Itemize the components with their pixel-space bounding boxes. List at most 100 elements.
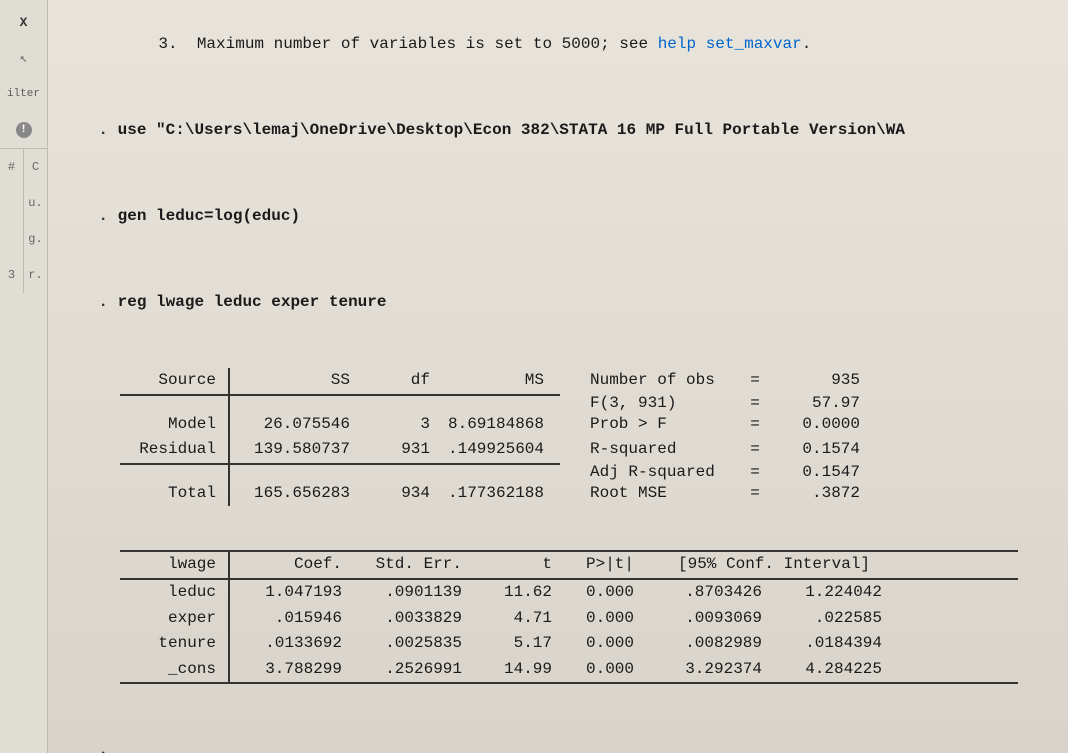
sidebar-panel: X ↖ ilter ! # 3 C u. g. r. bbox=[0, 0, 48, 753]
stats-probf: Prob > F=0.0000 bbox=[560, 412, 860, 438]
cmd-gen: . gen leduc=log(educ) bbox=[60, 180, 1056, 252]
stats-probf-val: 0.0000 bbox=[770, 412, 860, 438]
coef-leduc-p: 0.000 bbox=[560, 580, 650, 606]
stats-f-label: F(3, 931) bbox=[590, 394, 740, 412]
coef-leduc-cil: .8703426 bbox=[650, 580, 770, 606]
coef-tenure-p: 0.000 bbox=[560, 631, 650, 657]
stats-ar2: Adj R-squared=0.1547 bbox=[560, 463, 860, 481]
cmd-reg: . reg lwage leduc exper tenure bbox=[60, 266, 1056, 338]
close-button[interactable]: X bbox=[0, 4, 47, 40]
sidebar-num: 3 bbox=[0, 257, 23, 293]
coef-h-dep: lwage bbox=[120, 552, 230, 578]
coef-cons-var: _cons bbox=[120, 657, 230, 683]
anova-hline-2: Adj R-squared=0.1547 bbox=[120, 463, 1056, 481]
cmd-use-text: use "C:\Users\lemaj\OneDrive\Desktop\Eco… bbox=[118, 121, 905, 139]
help-link[interactable]: help set_maxvar bbox=[658, 35, 802, 53]
stats-rmse-eq: = bbox=[740, 481, 770, 507]
coef-leduc-var: leduc bbox=[120, 580, 230, 606]
stats-nobs-val: 935 bbox=[770, 368, 860, 394]
coef-table: lwage Coef. Std. Err. t P>|t| [95% Conf.… bbox=[120, 550, 1056, 684]
coef-hline-bot bbox=[120, 682, 1056, 684]
stats-r2-val: 0.1574 bbox=[770, 437, 860, 463]
sidebar-hash: # bbox=[0, 149, 23, 185]
coef-tenure-ciu: .0184394 bbox=[770, 631, 890, 657]
coef-exper-ciu: .022585 bbox=[770, 606, 890, 632]
coef-h-ci: [95% Conf. Interval] bbox=[650, 552, 898, 578]
coef-cons-coef: 3.788299 bbox=[230, 657, 350, 683]
anova-residual-label: Residual bbox=[120, 437, 230, 463]
results-window[interactable]: 3. Maximum number of variables is set to… bbox=[48, 0, 1068, 753]
info-icon: ! bbox=[16, 122, 32, 138]
anova-model-row: Model 26.075546 3 8.69184868 Prob > F=0.… bbox=[120, 412, 1056, 438]
anova-residual-df: 931 bbox=[360, 437, 440, 463]
coef-exper-t: 4.71 bbox=[470, 606, 560, 632]
sidebar-u: u. bbox=[24, 185, 47, 221]
stats-r2-eq: = bbox=[740, 437, 770, 463]
coef-cons-se: .2526991 bbox=[350, 657, 470, 683]
stats-ar2-label: Adj R-squared bbox=[590, 463, 740, 481]
coef-cons-cil: 3.292374 bbox=[650, 657, 770, 683]
cmd-prompt[interactable]: . bbox=[60, 714, 1056, 753]
info-button[interactable]: ! bbox=[0, 112, 47, 148]
filter-label: ilter bbox=[0, 76, 47, 112]
stats-r2-label: R-squared bbox=[590, 437, 740, 463]
anova-model-df: 3 bbox=[360, 412, 440, 438]
cmd-reg-text: reg lwage leduc exper tenure bbox=[118, 293, 387, 311]
note-dot: . bbox=[802, 35, 812, 53]
anova-residual-ms: .149925604 bbox=[440, 437, 560, 463]
note-maxvar: 3. Maximum number of variables is set to… bbox=[60, 8, 1056, 80]
stats-rmse: Root MSE=.3872 bbox=[560, 481, 860, 507]
anova-residual-row: Residual 139.580737 931 .149925604 R-squ… bbox=[120, 437, 1056, 463]
anova-total-ss: 165.656283 bbox=[230, 481, 360, 507]
coef-leduc-t: 11.62 bbox=[470, 580, 560, 606]
anova-total-label: Total bbox=[120, 481, 230, 507]
sidebar-g: g. bbox=[24, 221, 47, 257]
stats-f-eq: = bbox=[740, 394, 770, 412]
coef-exper-var: exper bbox=[120, 606, 230, 632]
coef-exper-cil: .0093069 bbox=[650, 606, 770, 632]
coef-h-t: t bbox=[470, 552, 560, 578]
anova-h-ss: SS bbox=[230, 368, 360, 394]
note-text: Maximum number of variables is set to 50… bbox=[197, 35, 658, 53]
note-num: 3. bbox=[158, 35, 177, 53]
anova-h-df: df bbox=[360, 368, 440, 394]
anova-model-ms: 8.69184868 bbox=[440, 412, 560, 438]
anova-header-row: Source SS df MS Number of obs=935 bbox=[120, 368, 1056, 394]
sidebar-r: r. bbox=[24, 257, 47, 293]
coef-exper-se: .0033829 bbox=[350, 606, 470, 632]
stats-f-val: 57.97 bbox=[770, 394, 860, 412]
coef-tenure-se: .0025835 bbox=[350, 631, 470, 657]
anova-total-df: 934 bbox=[360, 481, 440, 507]
coef-row-exper: exper .015946 .0033829 4.71 0.000 .00930… bbox=[120, 606, 1056, 632]
coef-tenure-t: 5.17 bbox=[470, 631, 560, 657]
backslash-icon: ↖ bbox=[20, 51, 28, 66]
coef-h-se: Std. Err. bbox=[350, 552, 470, 578]
stats-ar2-eq: = bbox=[740, 463, 770, 481]
coef-leduc-ciu: 1.224042 bbox=[770, 580, 890, 606]
stats-rmse-label: Root MSE bbox=[590, 481, 740, 507]
coef-row-tenure: tenure .0133692 .0025835 5.17 0.000 .008… bbox=[120, 631, 1056, 657]
close-icon: X bbox=[20, 15, 28, 30]
stats-rmse-val: .3872 bbox=[770, 481, 860, 507]
anova-model-ss: 26.075546 bbox=[230, 412, 360, 438]
coef-header-row: lwage Coef. Std. Err. t P>|t| [95% Conf.… bbox=[120, 552, 1056, 578]
coef-cons-t: 14.99 bbox=[470, 657, 560, 683]
stats-f: F(3, 931)=57.97 bbox=[560, 394, 860, 412]
coef-row-cons: _cons 3.788299 .2526991 14.99 0.000 3.29… bbox=[120, 657, 1056, 683]
stats-ar2-val: 0.1547 bbox=[770, 463, 860, 481]
coef-cons-ciu: 4.284225 bbox=[770, 657, 890, 683]
anova-table: Source SS df MS Number of obs=935 F(3, 9… bbox=[120, 368, 1056, 506]
sidebar-c: C bbox=[24, 149, 47, 185]
cmd-gen-text: gen leduc=log(educ) bbox=[118, 207, 300, 225]
stats-nobs-eq: = bbox=[740, 368, 770, 394]
coef-row-leduc: leduc 1.047193 .0901139 11.62 0.000 .870… bbox=[120, 580, 1056, 606]
coef-tenure-coef: .0133692 bbox=[230, 631, 350, 657]
anova-model-label: Model bbox=[120, 412, 230, 438]
coef-exper-coef: .015946 bbox=[230, 606, 350, 632]
sidebar-columns: # 3 C u. g. r. bbox=[0, 148, 47, 293]
coef-tenure-var: tenure bbox=[120, 631, 230, 657]
coef-cons-p: 0.000 bbox=[560, 657, 650, 683]
coef-exper-p: 0.000 bbox=[560, 606, 650, 632]
stats-nobs: Number of obs=935 bbox=[560, 368, 860, 394]
anova-hline-1: F(3, 931)=57.97 bbox=[120, 394, 1056, 412]
